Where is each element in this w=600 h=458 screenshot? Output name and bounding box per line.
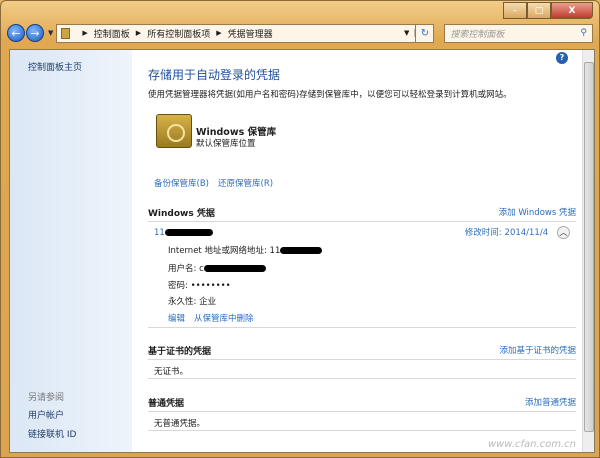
modified-label: 修改时间: [464,228,502,238]
vault-subtitle: 默认保管库位置 [196,139,256,149]
breadcrumb-all-items[interactable]: 所有控制面板项 [147,27,210,40]
breadcrumb-credential-manager[interactable]: 凭据管理器 [228,27,273,40]
search-icon[interactable]: ⚲ [580,28,587,38]
scrollbar-thumb[interactable] [584,62,594,432]
sidebar-online-id-link[interactable]: 链接联机 ID [28,427,76,440]
section-title: 基于证书的凭据 [148,347,212,357]
recent-pages-dropdown[interactable]: ▼ [48,29,53,37]
address-row: Internet 地址或网络地址: 11 [168,244,323,256]
watermark: www.cfan.com.cn [487,439,576,450]
window-frame: – □ X ← → ▼ ▶ 控制面板 ▶ 所有控制面板项 ▶ 凭据管理器 ▼ ↻… [0,0,600,458]
sidebar-home-link[interactable]: 控制面板主页 [28,60,82,73]
add-certificate-credential-link[interactable]: 添加基于证书的凭据 [499,344,576,356]
credential-item-row[interactable]: 11 修改时间: 2014/11/4 ︿ [154,226,570,239]
add-windows-credential-link[interactable]: 添加 Windows 凭据 [499,206,576,218]
collapse-chevron-icon[interactable]: ︿ [557,226,570,239]
username-row: 用户名: c [168,262,266,274]
main-panel: 存储用于自动登录的凭据 使用凭据管理器将凭据(如用户名和密码)存储到保管库中，以… [132,50,582,452]
backup-vault-link[interactable]: 备份保管库(B) [154,177,209,189]
content-area: 控制面板主页 另请参阅 用户帐户 链接联机 ID 存储用于自动登录的凭据 使用凭… [9,49,595,453]
divider [148,327,576,328]
control-panel-icon [61,27,71,39]
search-input[interactable]: 搜索控制面板 ⚲ [444,23,593,43]
refresh-button[interactable]: ↻ [416,23,435,43]
breadcrumb-control-panel[interactable]: 控制面板 [94,27,130,40]
chevron-right-icon[interactable]: ▶ [136,29,141,37]
minimize-button[interactable]: – [503,2,527,19]
see-also-label: 另请参阅 [28,393,65,403]
divider [148,430,576,431]
address-dropdown-icon[interactable]: ▼ [399,29,416,37]
delete-credential-link[interactable]: 从保管库中删除 [194,312,254,324]
divider [148,378,576,379]
restore-vault-link[interactable]: 还原保管库(R) [218,177,273,189]
page-description: 使用凭据管理器将凭据(如用户名和密码)存储到保管库中，以便您可以轻松登录到计算机… [148,90,512,100]
forward-button[interactable]: → [26,24,44,42]
redacted-block [164,229,213,236]
close-button[interactable]: X [551,2,593,19]
vertical-scrollbar[interactable] [582,50,594,452]
vault-icon [156,114,192,148]
add-generic-credential-link[interactable]: 添加普通凭据 [525,396,576,408]
credential-name[interactable]: 11 [154,228,165,238]
persistence-row: 永久性: 企业 [168,297,217,307]
sidebar: 控制面板主页 另请参阅 用户帐户 链接联机 ID [10,50,132,452]
certificate-credentials-header: 基于证书的凭据 添加基于证书的凭据 [148,344,576,360]
chevron-right-icon[interactable]: ▶ [216,29,221,37]
navigation-bar: ← → ▼ ▶ 控制面板 ▶ 所有控制面板项 ▶ 凭据管理器 ▼ ↻ 搜索控制面… [7,23,593,43]
edit-credential-link[interactable]: 编辑 [168,312,185,324]
window-controls: – □ X [503,2,593,19]
back-button[interactable]: ← [7,24,25,42]
page-title: 存储用于自动登录的凭据 [148,68,281,82]
no-generic-credentials-text: 无普通凭据。 [154,419,206,429]
section-title: Windows 凭据 [148,209,215,219]
windows-credentials-header: Windows 凭据 添加 Windows 凭据 [148,206,576,222]
search-placeholder: 搜索控制面板 [450,29,505,40]
sidebar-user-accounts-link[interactable]: 用户帐户 [28,408,64,421]
no-certificates-text: 无证书。 [154,367,189,377]
address-bar[interactable]: ▶ 控制面板 ▶ 所有控制面板项 ▶ 凭据管理器 ▼ [56,23,417,43]
help-icon[interactable]: ? [556,52,568,64]
generic-credentials-header: 普通凭据 添加普通凭据 [148,396,576,412]
chevron-right-icon[interactable]: ▶ [82,29,87,37]
section-title: 普通凭据 [148,399,185,409]
maximize-button[interactable]: □ [527,2,551,19]
vault-name: Windows 保管库 [196,127,277,138]
password-row: 密码: •••••••• [168,281,231,291]
modified-date: 2014/11/4 [504,228,549,238]
